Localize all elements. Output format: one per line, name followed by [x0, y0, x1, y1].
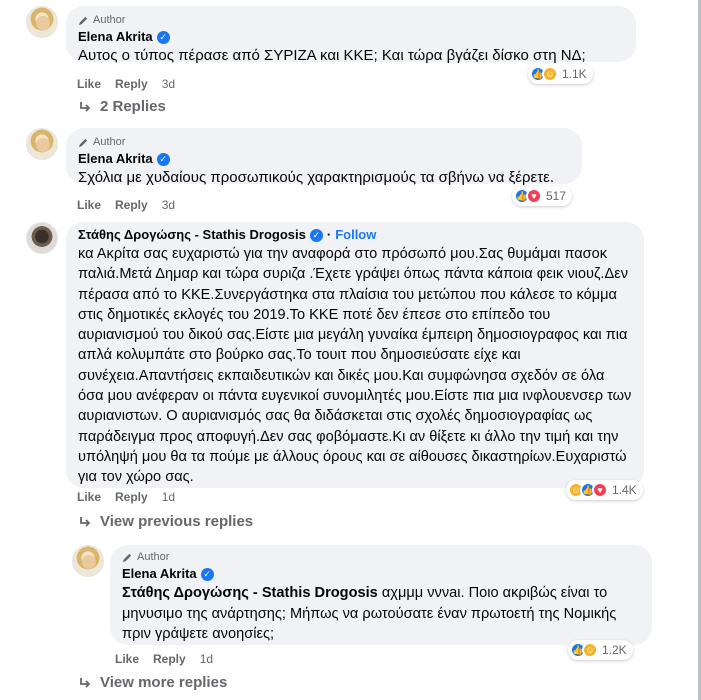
comment-text: Στάθης Δρογώσης - Stathis Drogosis αχμμμ…: [122, 583, 640, 645]
reaction-count: 1.2K: [602, 643, 627, 657]
mentioned-user-link[interactable]: Στάθης Δρογώσης - Stathis Drogosis: [122, 585, 378, 601]
comment: Στάθης Δρογώσης - Stathis Drogosis ✓ · F…: [26, 222, 644, 488]
verified-icon: ✓: [309, 228, 323, 242]
comment: Author Elena Akrita ✓ Σχόλια με χυδαίους…: [26, 128, 582, 187]
love-reaction-icon: ♥: [526, 188, 542, 204]
comment-actions: Like Reply 3d: [77, 77, 175, 91]
reaction-summary[interactable]: ☺ 👍 ♥ 1.4K: [566, 480, 643, 500]
reply-button[interactable]: Reply: [115, 490, 148, 504]
replies-link[interactable]: 2 Replies: [78, 98, 166, 115]
reply-comment: Author Elena Akrita ✓ Στάθης Δρογώσης - …: [72, 545, 652, 645]
like-button[interactable]: Like: [77, 490, 101, 504]
separator: ·: [326, 227, 332, 242]
author-tag-label: Author: [93, 14, 126, 26]
reply-button[interactable]: Reply: [153, 652, 186, 666]
pen-icon: [122, 553, 132, 562]
commenter-name[interactable]: Στάθης Δρογώσης - Stathis Drogosis: [78, 226, 306, 244]
comment-text: κα Ακρίτα σας ευχαριστώ για την αναφορά …: [78, 246, 632, 486]
author-tag-label: Author: [93, 136, 126, 148]
author-tag-label: Author: [137, 551, 170, 563]
reaction-summary[interactable]: 👍 ☺ 1.2K: [568, 640, 633, 660]
comment-bubble: Author Elena Akrita ✓ Αυτος ο τύπος πέρα…: [66, 6, 636, 64]
like-button[interactable]: Like: [115, 652, 139, 666]
reply-button[interactable]: Reply: [115, 198, 148, 212]
love-reaction-icon: ♥: [592, 482, 608, 498]
reaction-summary[interactable]: 👍 ☺ 1.1K: [528, 64, 593, 84]
timestamp[interactable]: 3d: [162, 198, 175, 212]
verified-icon: ✓: [200, 567, 214, 581]
reaction-count: 517: [546, 189, 567, 203]
haha-reaction-icon: ☺: [542, 66, 558, 82]
avatar[interactable]: [26, 222, 58, 254]
reaction-count: 1.4K: [612, 483, 637, 497]
reaction-summary[interactable]: 👍 ♥ 517: [512, 186, 573, 206]
timestamp[interactable]: 3d: [162, 77, 175, 91]
haha-reaction-icon: ☺: [582, 642, 598, 658]
pen-icon: [78, 16, 88, 25]
author-badge: Author: [78, 135, 570, 149]
verified-icon: ✓: [156, 152, 170, 166]
like-button[interactable]: Like: [77, 77, 101, 91]
timestamp[interactable]: 1d: [200, 652, 213, 666]
view-more-replies-label: View more replies: [100, 674, 228, 691]
avatar[interactable]: [26, 128, 58, 160]
comment-bubble: Στάθης Δρογώσης - Stathis Drogosis ✓ · F…: [66, 222, 644, 488]
replies-link-label: 2 Replies: [100, 98, 166, 115]
comment-actions: Like Reply 1d: [115, 652, 213, 666]
comment: Author Elena Akrita ✓ Αυτος ο τύπος πέρα…: [26, 6, 636, 65]
author-badge: Author: [78, 13, 624, 27]
commenter-name[interactable]: Elena Akrita: [122, 565, 197, 583]
avatar[interactable]: [26, 6, 58, 38]
reply-arrow-icon: [80, 677, 91, 688]
pen-icon: [78, 138, 88, 147]
reply-arrow-icon: [80, 101, 91, 112]
reaction-count: 1.1K: [562, 67, 587, 81]
view-previous-replies-link[interactable]: View previous replies: [78, 513, 253, 530]
commenter-name[interactable]: Elena Akrita: [78, 28, 153, 46]
commenter-name[interactable]: Elena Akrita: [78, 150, 153, 168]
timestamp[interactable]: 1d: [162, 490, 175, 504]
comment-text: Αυτος ο τύπος πέρασε από ΣΥΡΙΖΑ και ΚΚΕ;…: [78, 47, 586, 64]
view-more-replies-link[interactable]: View more replies: [78, 674, 227, 691]
comment-bubble: Author Elena Akrita ✓ Σχόλια με χυδαίους…: [66, 128, 582, 186]
author-badge: Author: [122, 550, 640, 564]
comment-actions: Like Reply 3d: [77, 198, 175, 212]
like-button[interactable]: Like: [77, 198, 101, 212]
avatar[interactable]: [72, 545, 104, 577]
view-previous-replies-label: View previous replies: [100, 513, 254, 530]
reply-button[interactable]: Reply: [115, 77, 148, 91]
follow-button[interactable]: Follow: [335, 226, 376, 244]
reply-arrow-icon: [80, 516, 91, 527]
comment-actions: Like Reply 1d: [77, 490, 175, 504]
comment-text: Σχόλια με χυδαίους προσωπικούς χαρακτηρι…: [78, 169, 554, 186]
comment-bubble: Author Elena Akrita ✓ Στάθης Δρογώσης - …: [110, 545, 652, 645]
verified-icon: ✓: [156, 30, 170, 44]
